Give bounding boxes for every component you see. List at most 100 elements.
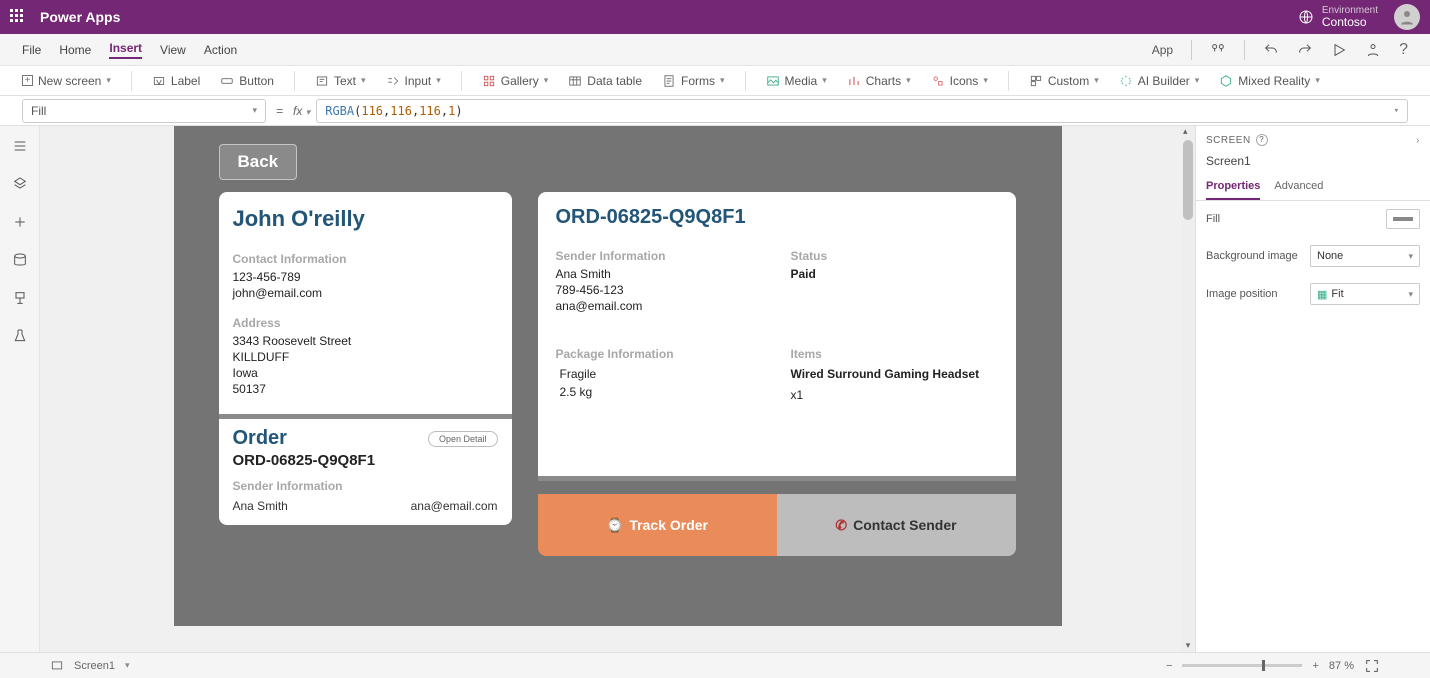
new-screen-button[interactable]: +New screen▾ bbox=[22, 74, 111, 88]
properties-icon[interactable] bbox=[1210, 42, 1226, 58]
back-button[interactable]: Back bbox=[219, 144, 298, 180]
insert-icon[interactable] bbox=[12, 214, 28, 230]
zoom-in[interactable]: + bbox=[1312, 660, 1318, 672]
share-icon[interactable] bbox=[1365, 42, 1381, 58]
contact-name: John O'reilly bbox=[219, 192, 512, 238]
custom-dropdown[interactable]: Custom▾ bbox=[1029, 74, 1099, 88]
expand-pane-icon[interactable]: › bbox=[1416, 135, 1420, 146]
text-dropdown[interactable]: Text▾ bbox=[315, 74, 366, 88]
menu-insert[interactable]: Insert bbox=[109, 41, 142, 59]
button-button[interactable]: Button bbox=[220, 74, 274, 88]
scrollbar[interactable]: ▴ ▾ bbox=[1181, 126, 1195, 652]
status-value: Paid bbox=[777, 267, 1012, 283]
property-name: Fill bbox=[31, 104, 46, 118]
property-selector[interactable]: Fill▾ bbox=[22, 99, 266, 123]
imgpos-select[interactable]: ▦Fit▾ bbox=[1310, 283, 1420, 305]
menu-action[interactable]: Action bbox=[204, 43, 237, 57]
screen-chevron-icon[interactable]: ▾ bbox=[125, 660, 130, 671]
help-badge-icon[interactable]: ? bbox=[1256, 134, 1268, 146]
contact-email: john@email.com bbox=[219, 286, 512, 302]
app-launcher-icon[interactable] bbox=[10, 9, 26, 25]
formula-input[interactable]: RGBA(116, 116, 116, 1) ▾ bbox=[316, 99, 1408, 123]
order-number-small: ORD-06825-Q9Q8F1 bbox=[219, 450, 512, 473]
datatable-icon bbox=[568, 74, 582, 88]
action-row: ⌚ Track Order ✆ Contact Sender bbox=[538, 494, 1016, 556]
button-icon bbox=[220, 74, 234, 88]
sender-email: ana@email.com bbox=[542, 299, 777, 315]
items-header: Items bbox=[777, 333, 1012, 365]
address-line2: KILLDUFF bbox=[219, 350, 512, 366]
track-order-button[interactable]: ⌚ Track Order bbox=[538, 494, 777, 556]
item-qty: x1 bbox=[777, 384, 1012, 406]
undo-icon[interactable] bbox=[1263, 42, 1279, 58]
scroll-thumb[interactable] bbox=[1183, 140, 1193, 220]
menu-bar: File Home Insert View Action App ? bbox=[0, 34, 1430, 66]
menu-view[interactable]: View bbox=[160, 43, 186, 57]
text-icon bbox=[315, 74, 329, 88]
item-name: Wired Surround Gaming Headset bbox=[777, 365, 1012, 384]
data-icon[interactable] bbox=[12, 176, 28, 192]
tests-icon[interactable] bbox=[12, 328, 28, 344]
gallery-dropdown[interactable]: Gallery▾ bbox=[482, 74, 549, 88]
screen-icon bbox=[50, 659, 64, 673]
media-dropdown[interactable]: Media▾ bbox=[766, 74, 827, 88]
status-header: Status bbox=[777, 235, 1012, 267]
input-icon bbox=[386, 74, 400, 88]
ribbon-button-text: Button bbox=[239, 74, 274, 88]
mr-icon bbox=[1219, 74, 1233, 88]
redo-icon[interactable] bbox=[1297, 42, 1313, 58]
mixedreality-dropdown[interactable]: Mixed Reality▾ bbox=[1219, 74, 1320, 88]
ribbon-gallery-label: Gallery bbox=[501, 74, 539, 88]
contact-sender-label: Contact Sender bbox=[853, 517, 956, 533]
detail-divider bbox=[538, 476, 1016, 481]
environment-picker[interactable]: Environment Contoso bbox=[1298, 5, 1378, 29]
tab-properties[interactable]: Properties bbox=[1206, 174, 1260, 200]
menu-home[interactable]: Home bbox=[59, 43, 91, 57]
order-number-large: ORD-06825-Q9Q8F1 bbox=[538, 192, 1016, 235]
tree-view-icon[interactable] bbox=[12, 138, 28, 154]
play-icon[interactable] bbox=[1331, 42, 1347, 58]
input-dropdown[interactable]: Input▾ bbox=[386, 74, 441, 88]
charts-dropdown[interactable]: Charts▾ bbox=[847, 74, 911, 88]
label-button[interactable]: Label bbox=[152, 74, 200, 88]
fill-label: Fill bbox=[1206, 213, 1386, 225]
order-detail-card[interactable]: ORD-06825-Q9Q8F1 Sender Information Ana … bbox=[538, 192, 1016, 481]
fx-icon[interactable]: fx ▾ bbox=[293, 104, 310, 118]
bgimage-value: None bbox=[1317, 250, 1343, 262]
tab-advanced[interactable]: Advanced bbox=[1274, 174, 1323, 200]
open-detail-button[interactable]: Open Detail bbox=[428, 431, 498, 447]
menu-file[interactable]: File bbox=[22, 43, 41, 57]
advanced-tools-icon[interactable] bbox=[12, 290, 28, 306]
sender-name: Ana Smith bbox=[542, 267, 777, 283]
ribbon-media-label: Media bbox=[785, 74, 818, 88]
contact-sender-button[interactable]: ✆ Contact Sender bbox=[777, 494, 1016, 556]
phone-icon: ✆ bbox=[835, 517, 847, 534]
fit-screen-icon[interactable] bbox=[1364, 658, 1380, 674]
aibuilder-dropdown[interactable]: AI Builder▾ bbox=[1119, 74, 1200, 88]
zoom-slider[interactable] bbox=[1182, 664, 1302, 667]
help-icon[interactable]: ? bbox=[1399, 41, 1408, 59]
forms-dropdown[interactable]: Forms▾ bbox=[662, 74, 725, 88]
environment-name: Contoso bbox=[1322, 16, 1378, 29]
zoom-out[interactable]: − bbox=[1166, 660, 1172, 672]
current-screen[interactable]: Screen1 bbox=[74, 660, 115, 672]
icons-dropdown[interactable]: Icons▾ bbox=[931, 74, 988, 88]
bgimage-label: Background image bbox=[1206, 250, 1310, 262]
bgimage-select[interactable]: None▾ bbox=[1310, 245, 1420, 267]
screen-canvas[interactable]: Back John O'reilly Contact Information 1… bbox=[174, 126, 1062, 626]
sender-small-email: ana@email.com bbox=[411, 499, 498, 513]
datatable-button[interactable]: Data table bbox=[568, 74, 642, 88]
app-settings[interactable]: App bbox=[1152, 43, 1173, 57]
address-line3: Iowa bbox=[219, 366, 512, 382]
canvas-area[interactable]: Back John O'reilly Contact Information 1… bbox=[40, 126, 1195, 652]
left-rail bbox=[0, 126, 40, 652]
user-avatar[interactable] bbox=[1394, 4, 1420, 30]
contact-info-header: Contact Information bbox=[219, 238, 512, 270]
contact-card[interactable]: John O'reilly Contact Information 123-45… bbox=[219, 192, 512, 525]
charts-icon bbox=[847, 74, 861, 88]
status-bar: Screen1 ▾ − + 87 % bbox=[0, 652, 1430, 678]
fill-swatch[interactable] bbox=[1386, 209, 1420, 229]
sender-phone: 789-456-123 bbox=[542, 283, 777, 299]
contact-phone: 123-456-789 bbox=[219, 270, 512, 286]
media-rail-icon[interactable] bbox=[12, 252, 28, 268]
